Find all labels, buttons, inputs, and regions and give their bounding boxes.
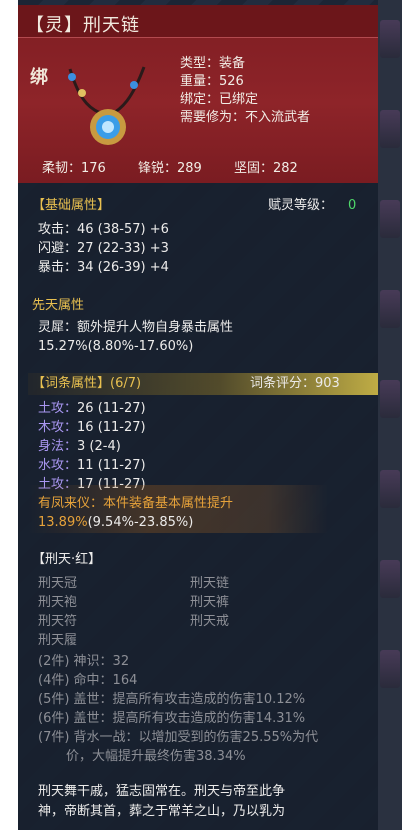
affix-attr-header: 【词条属性】(6/7) <box>32 376 142 391</box>
spirit-level-label: 赋灵等级： <box>268 198 334 213</box>
basic-attr-header: 【基础属性】 <box>32 198 111 213</box>
solidity-stat: 坚固：282 <box>233 161 298 176</box>
item-info: 类型：装备 重量：526 绑定：已绑定 需要修为：不入流武者 <box>180 55 310 127</box>
innate-value-line: 15.27%(8.80%-17.60%) <box>38 338 193 356</box>
special-affix-range: (9.54%-23.85%) <box>87 515 194 530</box>
set-bonus: (7件) 背水一战：以增加受到的伤害25.55%为代 <box>38 730 319 745</box>
crit-attr: 暴击：34 (26-39) +4 <box>38 260 169 275</box>
affix-value: 16 (11-27) <box>77 420 146 435</box>
set-piece: 刑天履 <box>38 633 78 648</box>
set-bonus: (4件) 命中：164 <box>38 673 138 688</box>
lore-text-line: 神，帝断其首，葬之于常羊之山，乃以乳为 <box>38 804 286 819</box>
item-weight: 重量：526 <box>180 74 244 89</box>
affix-row: 身法：3 (2-4) <box>38 438 121 456</box>
affix-score: 词条评分：903 <box>250 376 340 391</box>
necklace-icon <box>68 66 146 145</box>
affix-value: 3 (2-4) <box>77 439 121 454</box>
set-bonus: (6件) 盖世：提高所有攻击造成的伤害14.31% <box>38 711 306 726</box>
item-bind-status: 绑定：已绑定 <box>180 92 259 107</box>
durability-stats: 柔韧：176 锋锐：289 坚固：282 <box>42 157 342 176</box>
lore-text-line: 刑天舞干戚，猛志固常在。刑天与帝至此争 <box>38 784 286 799</box>
affix-name: 木攻： <box>38 420 78 435</box>
affix-name: 水攻： <box>38 458 78 473</box>
item-tooltip: 【灵】刑天链 绑 类型：装备 重量：526 绑定：已绑定 需要修为：不入流武者 … <box>18 5 378 830</box>
special-affix-name: 有凤来仪：本件装备基本属性提升 <box>38 496 234 511</box>
strip-slot[interactable] <box>380 290 400 328</box>
affix-name: 土攻： <box>38 401 78 416</box>
innate-attr-header: 先天属性 <box>32 298 85 313</box>
set-piece: 刑天戒 <box>190 614 230 629</box>
set-bonus-continued: 价，大幅提升最终伤害38.34% <box>66 749 246 764</box>
strip-slot[interactable] <box>380 20 400 58</box>
dodge-attr: 闪避：27 (22-33) +3 <box>38 241 169 256</box>
affix-name: 身法： <box>38 439 78 454</box>
set-bonus: (2件) 神识：32 <box>38 654 130 669</box>
set-header: 【刑天·红】 <box>32 552 102 567</box>
strip-slot[interactable] <box>380 650 400 688</box>
set-piece: 刑天冠 <box>38 576 78 591</box>
strip-slot[interactable] <box>380 560 400 598</box>
tooltip-header: 【灵】刑天链 绑 类型：装备 重量：526 绑定：已绑定 需要修为：不入流武者 … <box>18 5 378 183</box>
item-requirement: 需要修为：不入流武者 <box>180 110 311 125</box>
innate-value: 15.27% <box>38 339 88 354</box>
affix-row: 水攻：11 (11-27) <box>38 457 146 475</box>
set-piece: 刑天符 <box>38 614 78 629</box>
item-type: 类型：装备 <box>180 56 246 71</box>
set-piece: 刑天链 <box>190 576 230 591</box>
innate-range: (8.80%-17.60%) <box>87 339 194 354</box>
strip-slot[interactable] <box>380 380 400 418</box>
sharpness-stat: 锋锐：289 <box>137 161 202 176</box>
right-item-strip <box>378 0 402 830</box>
affix-row: 土攻：26 (11-27) <box>38 400 146 418</box>
strip-slot[interactable] <box>380 110 400 148</box>
special-affix-value-line: 13.89%(9.54%-23.85%) <box>38 514 193 532</box>
toughness-stat: 柔韧：176 <box>42 161 106 176</box>
item-title: 【灵】刑天链 <box>26 15 140 36</box>
strip-slot[interactable] <box>380 470 400 508</box>
strip-slot[interactable] <box>380 200 400 238</box>
affix-value: 26 (11-27) <box>77 401 146 416</box>
special-affix-value: 13.89% <box>38 515 88 530</box>
set-piece: 刑天袍 <box>38 595 78 610</box>
bound-badge: 绑 <box>30 67 48 88</box>
set-piece: 刑天裤 <box>190 595 230 610</box>
affix-row: 木攻：16 (11-27) <box>38 419 146 437</box>
attack-attr: 攻击：46 (38-57) +6 <box>38 222 169 237</box>
spirit-level-value: 0 <box>348 198 357 213</box>
set-bonus: (5件) 盖世：提高所有攻击造成的伤害10.12% <box>38 692 306 707</box>
affix-value: 11 (11-27) <box>77 458 146 473</box>
innate-desc: 灵犀：额外提升人物自身暴击属性 <box>38 320 234 335</box>
